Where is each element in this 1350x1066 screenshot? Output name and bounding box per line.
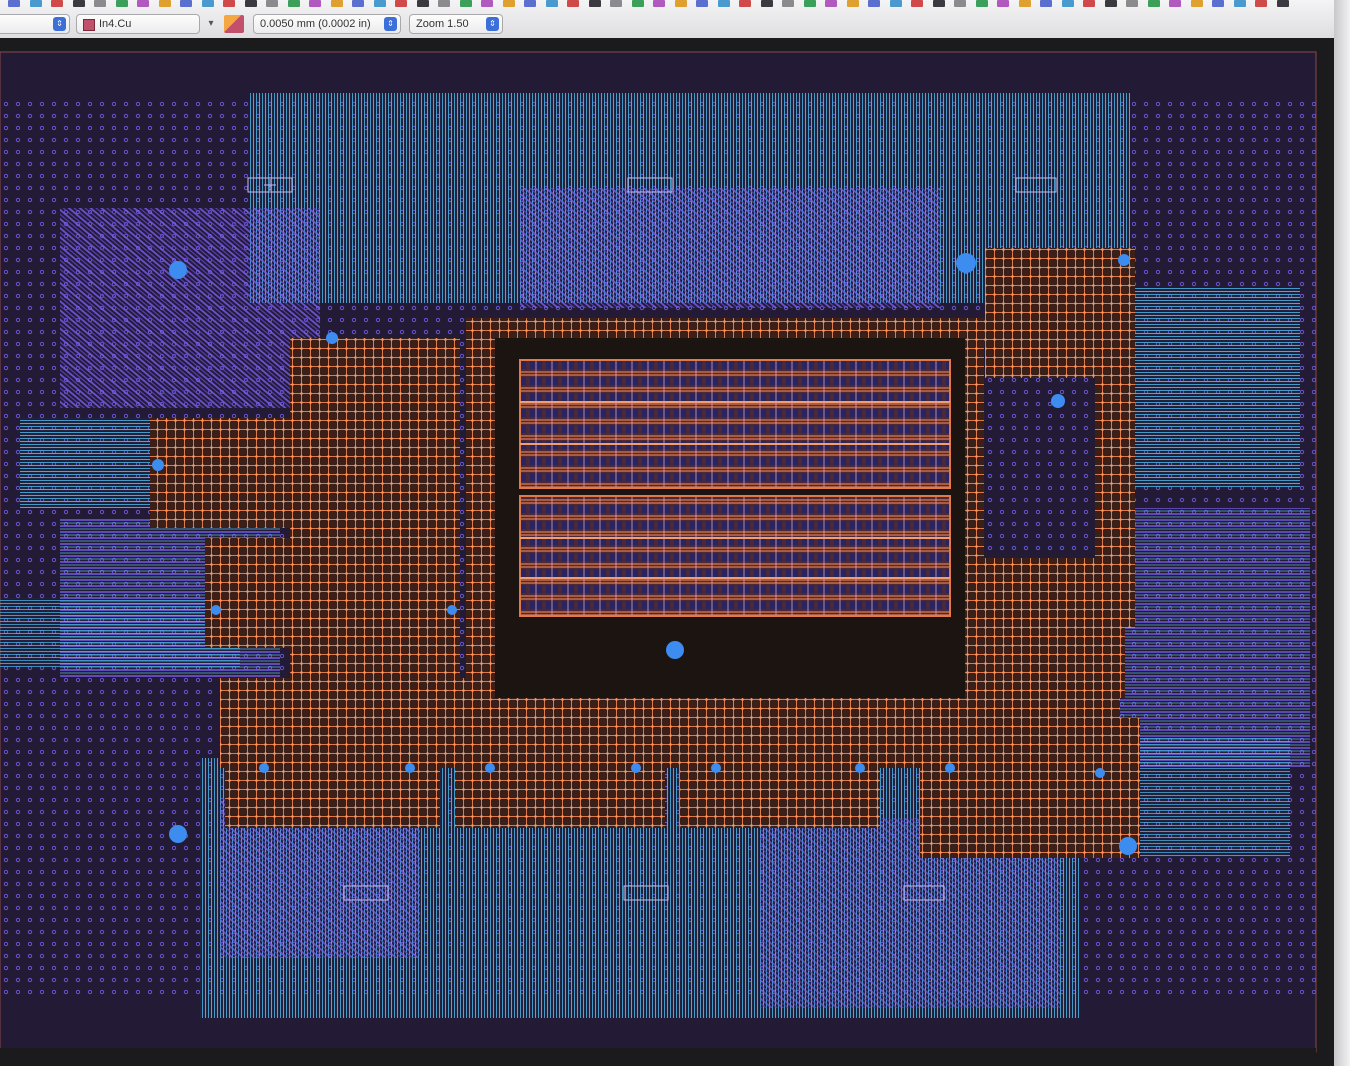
chevron-down-icon[interactable]: ▾: [202, 14, 220, 34]
toolbar-icon[interactable]: [653, 0, 665, 7]
toolbar-icon[interactable]: [201, 0, 214, 7]
toolbar-icon[interactable]: [1169, 0, 1181, 7]
toolbar-icon[interactable]: [610, 0, 622, 7]
toolbar-icon[interactable]: [1083, 0, 1095, 7]
toolbar-icon[interactable]: [1212, 0, 1224, 7]
toolbar-icon[interactable]: [782, 0, 794, 7]
toolbar-icon[interactable]: [29, 0, 42, 7]
toolbar-icon[interactable]: [1018, 0, 1031, 7]
copper-ring-left: [466, 318, 496, 698]
toolbar-icon[interactable]: [1147, 0, 1160, 7]
toolbar-icon[interactable]: [868, 0, 880, 7]
toolbar-icon[interactable]: [911, 0, 923, 7]
toolbar-icon-strip[interactable]: [0, 0, 1334, 9]
stepper-icon: ⇕: [384, 17, 397, 31]
stepper-icon: ⇕: [486, 17, 499, 31]
toolbar-icon[interactable]: [72, 0, 85, 7]
toolbar-icon[interactable]: [846, 0, 859, 7]
pcb-layout-drawing[interactable]: [0, 38, 1334, 1066]
toolbar-icon[interactable]: [545, 0, 558, 7]
toolbar-icon[interactable]: [1040, 0, 1052, 7]
toolbar-icon[interactable]: [997, 0, 1009, 7]
toolbar-icon[interactable]: [395, 0, 407, 7]
toolbar-icon[interactable]: [1233, 0, 1246, 7]
memory-array-bottom: [519, 495, 951, 617]
unit-select[interactable]: ⇕: [0, 14, 70, 34]
toolbar-icon[interactable]: [416, 0, 429, 7]
right-mid-block: [965, 558, 1125, 698]
toolbar-icon[interactable]: [696, 0, 708, 7]
toolbar-icon[interactable]: [825, 0, 837, 7]
toolbar-icon[interactable]: [8, 0, 20, 7]
toolbar-icon[interactable]: [588, 0, 601, 7]
toolbar-icon[interactable]: [158, 0, 171, 7]
toolbar-icon[interactable]: [180, 0, 192, 7]
grid-select-value: 0.0050 mm (0.0002 in): [260, 18, 371, 30]
toolbar-icon[interactable]: [760, 0, 773, 7]
toolbar-icon[interactable]: [717, 0, 730, 7]
toolbar-icon[interactable]: [524, 0, 536, 7]
toolbar-icon[interactable]: [975, 0, 988, 7]
toolbar-icon[interactable]: [1104, 0, 1117, 7]
main-toolbar: ⇕ In4.Cu ▾ 0.0050 mm (0.0002 in) ⇕ Zoom …: [0, 0, 1334, 39]
toolbar-icon[interactable]: [631, 0, 644, 7]
toolbar-icon[interactable]: [502, 0, 515, 7]
toolbar-icon[interactable]: [803, 0, 816, 7]
toolbar-icon[interactable]: [373, 0, 386, 7]
toolbar-icon[interactable]: [1276, 0, 1289, 7]
grid-select[interactable]: 0.0050 mm (0.0002 in) ⇕: [253, 14, 401, 34]
right-top-block: [985, 248, 1135, 378]
toolbar-icon[interactable]: [459, 0, 472, 7]
toolbar-icon[interactable]: [1190, 0, 1203, 7]
toolbar-icon[interactable]: [1126, 0, 1138, 7]
toolbar-icon[interactable]: [352, 0, 364, 7]
toolbar-icon[interactable]: [567, 0, 579, 7]
screen-bezel-edge: [1334, 0, 1350, 1066]
toolbar-icon[interactable]: [1255, 0, 1267, 7]
stepper-icon: ⇕: [53, 17, 66, 31]
pcb-editor-canvas[interactable]: [0, 38, 1334, 1066]
toolbar-icon[interactable]: [244, 0, 257, 7]
toolbar-icon[interactable]: [1061, 0, 1074, 7]
toolbar-icon[interactable]: [932, 0, 945, 7]
layer-pair-icon[interactable]: [224, 15, 244, 33]
toolbar-icon[interactable]: [94, 0, 106, 7]
toolbar-icon[interactable]: [330, 0, 343, 7]
layer-select[interactable]: In4.Cu: [76, 14, 200, 34]
toolbar-icon[interactable]: [481, 0, 493, 7]
toolbar-icon[interactable]: [287, 0, 300, 7]
toolbar-icon[interactable]: [51, 0, 63, 7]
top-purple-bundle: [520, 188, 940, 308]
memory-array-top: [519, 359, 951, 489]
toolbar-icon[interactable]: [739, 0, 751, 7]
layer-select-value: In4.Cu: [99, 18, 132, 30]
toolbar-icon[interactable]: [438, 0, 450, 7]
toolbar-icon[interactable]: [674, 0, 687, 7]
toolbar-icon[interactable]: [223, 0, 235, 7]
layer-color-swatch: [83, 19, 95, 31]
zoom-select[interactable]: Zoom 1.50 ⇕: [409, 14, 503, 34]
toolbar-icon[interactable]: [137, 0, 149, 7]
toolbar-icon[interactable]: [309, 0, 321, 7]
toolbar-icon[interactable]: [889, 0, 902, 7]
toolbar-icon[interactable]: [266, 0, 278, 7]
toolbar-icon[interactable]: [115, 0, 128, 7]
zoom-select-value: Zoom 1.50: [416, 18, 469, 30]
toolbar-icon[interactable]: [954, 0, 966, 7]
